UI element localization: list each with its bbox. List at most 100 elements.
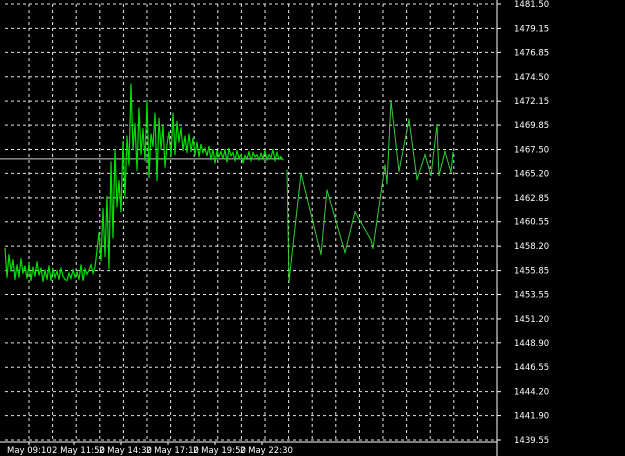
main-price-point bbox=[30, 279, 32, 282]
main-price-point bbox=[8, 253, 10, 256]
main-price-point bbox=[98, 232, 100, 234]
thin-price-point bbox=[390, 99, 392, 102]
thin-price-point bbox=[372, 247, 374, 249]
main-price-point bbox=[28, 263, 30, 265]
main-price-point bbox=[170, 156, 172, 158]
main-price-point bbox=[96, 249, 98, 251]
main-price-point bbox=[138, 107, 140, 109]
main-price-point bbox=[198, 156, 200, 158]
main-price-point bbox=[88, 269, 90, 271]
main-price-point bbox=[122, 140, 124, 142]
thin-price-point bbox=[436, 123, 438, 126]
main-price-point bbox=[188, 133, 190, 135]
main-price-point bbox=[274, 160, 276, 162]
y-tick-label: 1460.55 bbox=[514, 218, 549, 228]
main-price-point bbox=[26, 277, 28, 279]
main-price-point bbox=[42, 280, 44, 283]
main-price-point bbox=[182, 149, 184, 152]
main-price-point bbox=[120, 211, 122, 213]
main-price-point bbox=[4, 247, 6, 249]
main-price-point bbox=[250, 160, 252, 162]
main-price-point bbox=[244, 155, 246, 157]
main-price-point bbox=[272, 148, 274, 151]
thin-price-point bbox=[424, 154, 426, 156]
main-price-point bbox=[268, 154, 270, 156]
main-price-point bbox=[78, 278, 80, 281]
main-price-point bbox=[60, 267, 62, 269]
thin-price-point bbox=[438, 174, 440, 177]
y-tick-label: 1439.55 bbox=[514, 436, 549, 446]
main-price-point bbox=[94, 266, 96, 268]
main-price-point bbox=[40, 267, 42, 269]
main-price-point bbox=[234, 160, 236, 162]
main-price-point bbox=[44, 269, 46, 271]
main-price-point bbox=[132, 148, 134, 151]
main-price-point bbox=[246, 158, 248, 160]
main-price-point bbox=[50, 279, 52, 282]
main-price-point bbox=[212, 148, 214, 151]
main-price-point bbox=[248, 150, 250, 153]
main-price-point bbox=[18, 276, 20, 278]
main-price-point bbox=[34, 275, 36, 277]
main-price-point bbox=[216, 149, 218, 152]
main-price-point bbox=[36, 261, 38, 263]
thin-price-point bbox=[286, 169, 288, 171]
thin-price-point bbox=[450, 171, 452, 174]
price-chart: 1481.50 1479.15 1476.85 1474.50 1472.15 1469.… bbox=[0, 0, 625, 456]
main-price-point bbox=[184, 135, 186, 137]
thin-price-point bbox=[320, 253, 322, 256]
main-price-point bbox=[236, 149, 238, 152]
main-price-point bbox=[208, 145, 210, 147]
main-price-point bbox=[222, 158, 224, 160]
main-price-point bbox=[256, 154, 258, 156]
main-price-point bbox=[134, 122, 136, 125]
main-price-point bbox=[200, 143, 202, 145]
main-price-point bbox=[24, 265, 26, 267]
main-price-point bbox=[176, 120, 178, 123]
main-price-point bbox=[6, 276, 8, 278]
main-price-point bbox=[260, 153, 262, 155]
main-price-point bbox=[154, 112, 156, 114]
main-price-point bbox=[240, 154, 242, 156]
main-price-point bbox=[204, 147, 206, 150]
main-price-point bbox=[70, 277, 72, 279]
main-price-point bbox=[220, 150, 222, 153]
main-price-point bbox=[46, 278, 48, 281]
x-tick-label: 2 May 22:30 bbox=[240, 446, 293, 456]
thin-price-point bbox=[430, 174, 432, 177]
main-price-point bbox=[146, 100, 148, 102]
y-tick-label: 1465.20 bbox=[514, 169, 549, 179]
y-tick-label: 1462.85 bbox=[514, 194, 549, 204]
main-price-point bbox=[230, 155, 232, 157]
main-price-point bbox=[102, 208, 104, 210]
main-price-point bbox=[62, 275, 64, 277]
main-price-point bbox=[266, 159, 268, 161]
main-price-point bbox=[90, 264, 92, 266]
x-tick-label: 2 May 17:10 bbox=[146, 446, 199, 456]
thin-price-point bbox=[344, 251, 346, 254]
y-tick-label: 1451.20 bbox=[514, 315, 549, 325]
main-price-point bbox=[74, 276, 76, 278]
main-price-point bbox=[168, 131, 170, 133]
main-price-point bbox=[22, 272, 24, 274]
main-price-point bbox=[38, 274, 40, 276]
main-price-point bbox=[32, 266, 34, 268]
main-price-point bbox=[180, 127, 182, 129]
main-price-point bbox=[110, 161, 112, 163]
main-price-point bbox=[214, 162, 216, 164]
main-price-point bbox=[148, 176, 150, 179]
main-price-point bbox=[276, 152, 278, 154]
main-price-point bbox=[56, 270, 58, 272]
main-price-point bbox=[10, 270, 12, 272]
main-price-point bbox=[172, 112, 174, 114]
y-tick-label: 1467.50 bbox=[514, 146, 549, 156]
y-tick-label: 1472.15 bbox=[514, 97, 549, 107]
main-price-point bbox=[218, 156, 220, 158]
main-price-point bbox=[270, 157, 272, 159]
x-tick-label: May 09:10 bbox=[7, 446, 52, 456]
main-price-point bbox=[278, 158, 280, 160]
main-price-point bbox=[16, 264, 18, 266]
main-price-point bbox=[54, 276, 56, 278]
main-price-point bbox=[112, 237, 114, 239]
thin-price-point bbox=[370, 239, 372, 241]
